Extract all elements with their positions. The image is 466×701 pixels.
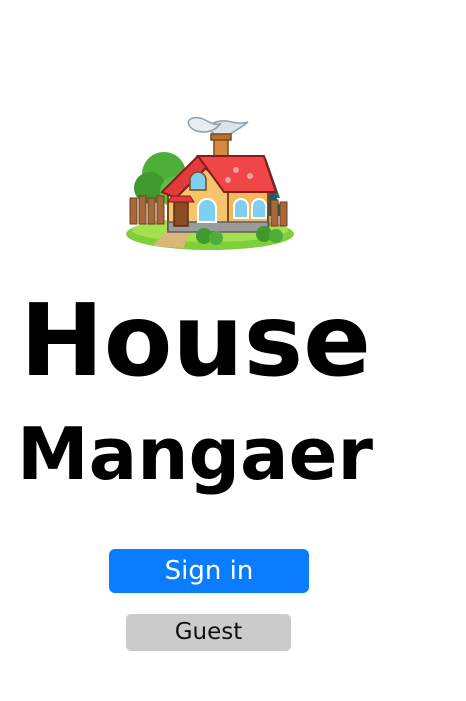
app-title-line1: House bbox=[20, 282, 371, 399]
guest-button[interactable]: Guest bbox=[126, 614, 291, 651]
house-logo bbox=[124, 112, 294, 257]
login-screen: House Mangaer Sign in Guest bbox=[0, 0, 466, 701]
app-title-line2: Mangaer bbox=[17, 412, 373, 496]
house-icon bbox=[126, 116, 294, 250]
sign-in-button[interactable]: Sign in bbox=[109, 549, 309, 593]
